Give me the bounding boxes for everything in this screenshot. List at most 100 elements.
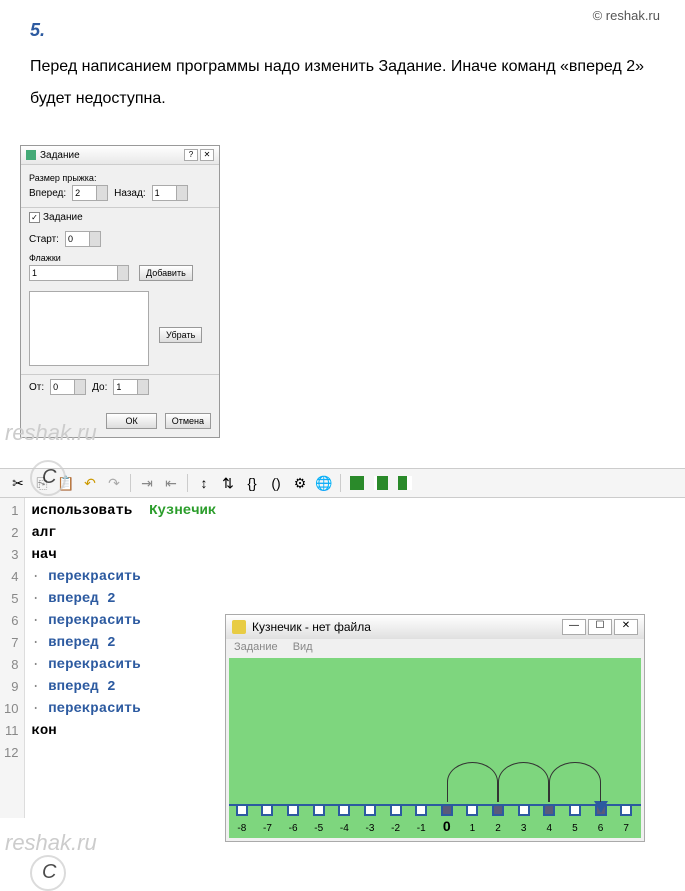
undo-icon[interactable]: ↶ (80, 473, 100, 493)
kw-begin: нач (31, 544, 216, 566)
editor-toolbar: ✂ ⎘ 📋 ↶ ↷ ⇥ ⇤ ↕ ⇅ {} () ⚙ 🌐 (0, 468, 685, 498)
minimize-button[interactable]: — (562, 619, 586, 635)
tick--1 (415, 804, 427, 816)
braces1-icon[interactable]: {} (242, 473, 262, 493)
tick-label-7: 7 (623, 823, 629, 834)
add-button[interactable]: Добавить (139, 265, 193, 281)
grasshopper-titlebar[interactable]: Кузнечик - нет файла — ☐ ✕ (226, 615, 644, 639)
tick-label-4: 4 (547, 823, 553, 834)
menu-view[interactable]: Вид (293, 641, 313, 653)
tick-label-6: 6 (598, 823, 604, 834)
to-input[interactable]: 1 (113, 379, 149, 395)
grasshopper-title: Кузнечик - нет файла (252, 620, 560, 634)
step-icon[interactable]: ↕ (194, 473, 214, 493)
close-window-button[interactable]: ✕ (614, 619, 638, 635)
grasshopper-menu[interactable]: Задание Вид (226, 639, 644, 655)
tick-3 (518, 804, 530, 816)
indent-icon[interactable]: ⇥ (137, 473, 157, 493)
braces2-icon[interactable]: () (266, 473, 286, 493)
flags-list[interactable] (29, 291, 149, 366)
settings-dialog: Задание ? ✕ Размер прыжка: Вперед: 2 Наз… (20, 145, 220, 438)
task-number: 5. (30, 20, 45, 40)
flag-input[interactable]: 1 (29, 265, 129, 281)
gear-icon[interactable]: ⚙ (290, 473, 310, 493)
dialog-titlebar[interactable]: Задание ? ✕ (21, 146, 219, 165)
outdent-icon[interactable]: ⇤ (161, 473, 181, 493)
tick-2 (492, 804, 504, 816)
start-label: Старт: (29, 234, 59, 245)
back-input[interactable]: 1 (152, 185, 188, 201)
globe-icon[interactable]: 🌐 (314, 473, 334, 493)
tick-label--8: -8 (237, 823, 246, 834)
tick--2 (390, 804, 402, 816)
task-description: Перед написанием программы надо изменить… (0, 51, 685, 135)
redo-icon[interactable]: ↷ (104, 473, 124, 493)
from-input[interactable]: 0 (50, 379, 86, 395)
tick-label--2: -2 (391, 823, 400, 834)
tick-4 (543, 804, 555, 816)
ok-button[interactable]: ОК (106, 413, 156, 429)
tick-label--4: -4 (340, 823, 349, 834)
to-label: До: (92, 382, 107, 393)
kw-alg: алг (31, 522, 216, 544)
cmd-3: перекрасить (48, 613, 140, 629)
help-button[interactable]: ? (184, 149, 198, 161)
jump-arc (447, 762, 498, 802)
cmd-7: перекрасить (48, 701, 140, 717)
tick-label-3: 3 (521, 823, 527, 834)
cmd-2: вперед 2 (48, 591, 115, 607)
task-checkbox-label: Задание (43, 212, 83, 223)
tick--4 (338, 804, 350, 816)
tick-label--6: -6 (289, 823, 298, 834)
maximize-button[interactable]: ☐ (588, 619, 612, 635)
watermark-circle-1 (30, 460, 66, 496)
grasshopper-icon (232, 620, 246, 634)
kw-use: использовать (31, 503, 132, 519)
copyright: © reshak.ru (593, 8, 660, 23)
tick-1 (466, 804, 478, 816)
grasshopper-window: Кузнечик - нет файла — ☐ ✕ Задание Вид -… (225, 614, 645, 842)
menu-task[interactable]: Задание (234, 641, 278, 653)
line-numbers: 123 456 789 101112 (0, 498, 25, 818)
remove-button[interactable]: Убрать (159, 327, 202, 343)
kw-module: Кузнечик (149, 503, 216, 519)
tick-label-5: 5 (572, 823, 578, 834)
tick-label-1: 1 (470, 823, 476, 834)
tick--3 (364, 804, 376, 816)
dialog-title: Задание (40, 150, 182, 161)
back-label: Назад: (114, 188, 145, 199)
tick-label--3: -3 (365, 823, 374, 834)
forward-input[interactable]: 2 (72, 185, 108, 201)
cmd-5: перекрасить (48, 657, 140, 673)
close-button[interactable]: ✕ (200, 149, 214, 161)
forward-label: Вперед: (29, 188, 66, 199)
tick--5 (313, 804, 325, 816)
cut-icon[interactable]: ✂ (8, 473, 28, 493)
cmd-4: вперед 2 (48, 635, 115, 651)
layout1-icon[interactable] (347, 473, 367, 493)
kw-end: кон (31, 720, 216, 742)
cancel-button[interactable]: Отмена (165, 413, 211, 429)
jump-size-label: Размер прыжка: (29, 173, 211, 183)
grasshopper-canvas: -8-7-6-5-4-3-2-101234567 (229, 658, 641, 838)
step2-icon[interactable]: ⇅ (218, 473, 238, 493)
cmd-1: перекрасить (48, 569, 140, 585)
from-label: От: (29, 382, 44, 393)
dialog-icon (26, 150, 36, 160)
tick-0 (441, 804, 453, 816)
jump-arc (549, 762, 600, 802)
tick--6 (287, 804, 299, 816)
tick-7 (620, 804, 632, 816)
tick-label-2: 2 (495, 823, 501, 834)
task-checkbox[interactable]: ✓ (29, 212, 40, 223)
jump-arc (498, 762, 549, 802)
tick-label--1: -1 (417, 823, 426, 834)
tick-label--5: -5 (314, 823, 323, 834)
tick--8 (236, 804, 248, 816)
cmd-6: вперед 2 (48, 679, 115, 695)
start-input[interactable]: 0 (65, 231, 101, 247)
layout2-icon[interactable] (371, 473, 391, 493)
layout3-icon[interactable] (395, 473, 415, 493)
tick-label-0: 0 (443, 818, 451, 834)
tick-5 (569, 804, 581, 816)
